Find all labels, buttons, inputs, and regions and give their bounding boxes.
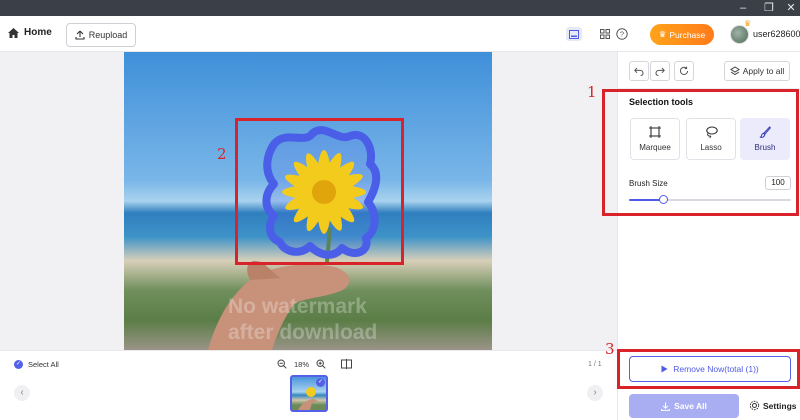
prev-image-button[interactable]: ‹ bbox=[14, 385, 30, 401]
reupload-label: Reupload bbox=[88, 30, 128, 40]
minimize-icon[interactable]: – bbox=[734, 1, 752, 15]
chevron-right-icon: › bbox=[593, 387, 597, 398]
restore-icon[interactable]: ❐ bbox=[760, 1, 778, 15]
check-circle-icon: ✓ bbox=[14, 360, 23, 369]
crown-icon: ♛ bbox=[658, 29, 667, 39]
close-icon[interactable]: ✕ bbox=[782, 1, 800, 15]
home-icon bbox=[8, 27, 19, 38]
apply-to-all-label: Apply to all bbox=[742, 66, 785, 76]
next-image-button[interactable]: › bbox=[587, 385, 603, 401]
save-all-button[interactable]: Save All bbox=[629, 394, 739, 418]
username[interactable]: user628600 bbox=[753, 29, 800, 39]
reset-button[interactable] bbox=[674, 61, 694, 81]
settings-button[interactable]: Settings bbox=[749, 400, 797, 411]
redo-icon bbox=[655, 67, 665, 76]
settings-label: Settings bbox=[763, 400, 797, 411]
layers-icon bbox=[729, 66, 740, 76]
selected-check-icon: ✓ bbox=[316, 378, 325, 387]
grid-view-icon bbox=[600, 29, 610, 39]
watermark-text: No watermark after download bbox=[228, 295, 378, 344]
page-indicator: 1 / 1 bbox=[588, 361, 602, 368]
svg-text:?: ? bbox=[620, 30, 624, 39]
vip-crown-icon: ♛ bbox=[744, 19, 752, 28]
zoom-out-icon[interactable] bbox=[277, 359, 287, 369]
annotation-number-3: 3 bbox=[605, 340, 615, 358]
home-button[interactable]: Home bbox=[8, 27, 52, 38]
purchase-label: Purchase bbox=[669, 29, 706, 40]
help-icon: ? bbox=[616, 28, 628, 40]
compare-icon[interactable] bbox=[341, 359, 353, 369]
save-all-label: Save All bbox=[674, 401, 707, 411]
reupload-button[interactable]: Reupload bbox=[66, 23, 136, 47]
redo-button[interactable] bbox=[650, 61, 670, 81]
gear-icon bbox=[749, 400, 760, 411]
home-label: Home bbox=[24, 27, 52, 38]
annotation-box-brush-area bbox=[235, 118, 404, 265]
select-all-label: Select All bbox=[28, 360, 59, 369]
annotation-number-1: 1 bbox=[587, 83, 597, 101]
reset-icon bbox=[679, 66, 689, 75]
image-thumbnail[interactable]: ✓ bbox=[290, 375, 328, 412]
annotation-box-remove-now bbox=[617, 349, 800, 389]
chevron-left-icon: ‹ bbox=[20, 387, 24, 398]
purchase-button[interactable]: ♛ Purchase bbox=[650, 24, 714, 45]
single-view-icon bbox=[569, 29, 579, 39]
upload-icon bbox=[75, 30, 85, 40]
zoom-level: 18% bbox=[294, 359, 310, 369]
annotation-box-selection-tools bbox=[602, 89, 799, 216]
zoom-controls: 18% bbox=[277, 359, 353, 369]
help-button[interactable]: ? bbox=[614, 27, 630, 41]
annotation-number-2: 2 bbox=[217, 145, 227, 163]
bottom-strip: ✓ Select All 18% 1 / 1 ‹ › ✓ bbox=[0, 350, 617, 420]
top-toolbar: Home Reupload ? ♛ Purchase ♛ user628600 bbox=[0, 16, 800, 52]
zoom-in-icon[interactable] bbox=[316, 359, 326, 369]
download-icon bbox=[661, 402, 671, 411]
undo-button[interactable] bbox=[629, 61, 649, 81]
apply-to-all-button[interactable]: Apply to all bbox=[724, 61, 790, 81]
single-view-button[interactable] bbox=[566, 27, 582, 41]
undo-icon bbox=[634, 67, 644, 76]
select-all-toggle[interactable]: ✓ Select All bbox=[14, 360, 59, 369]
window-title-bar: – ❐ ✕ bbox=[0, 0, 800, 16]
grid-view-button[interactable] bbox=[597, 27, 613, 41]
